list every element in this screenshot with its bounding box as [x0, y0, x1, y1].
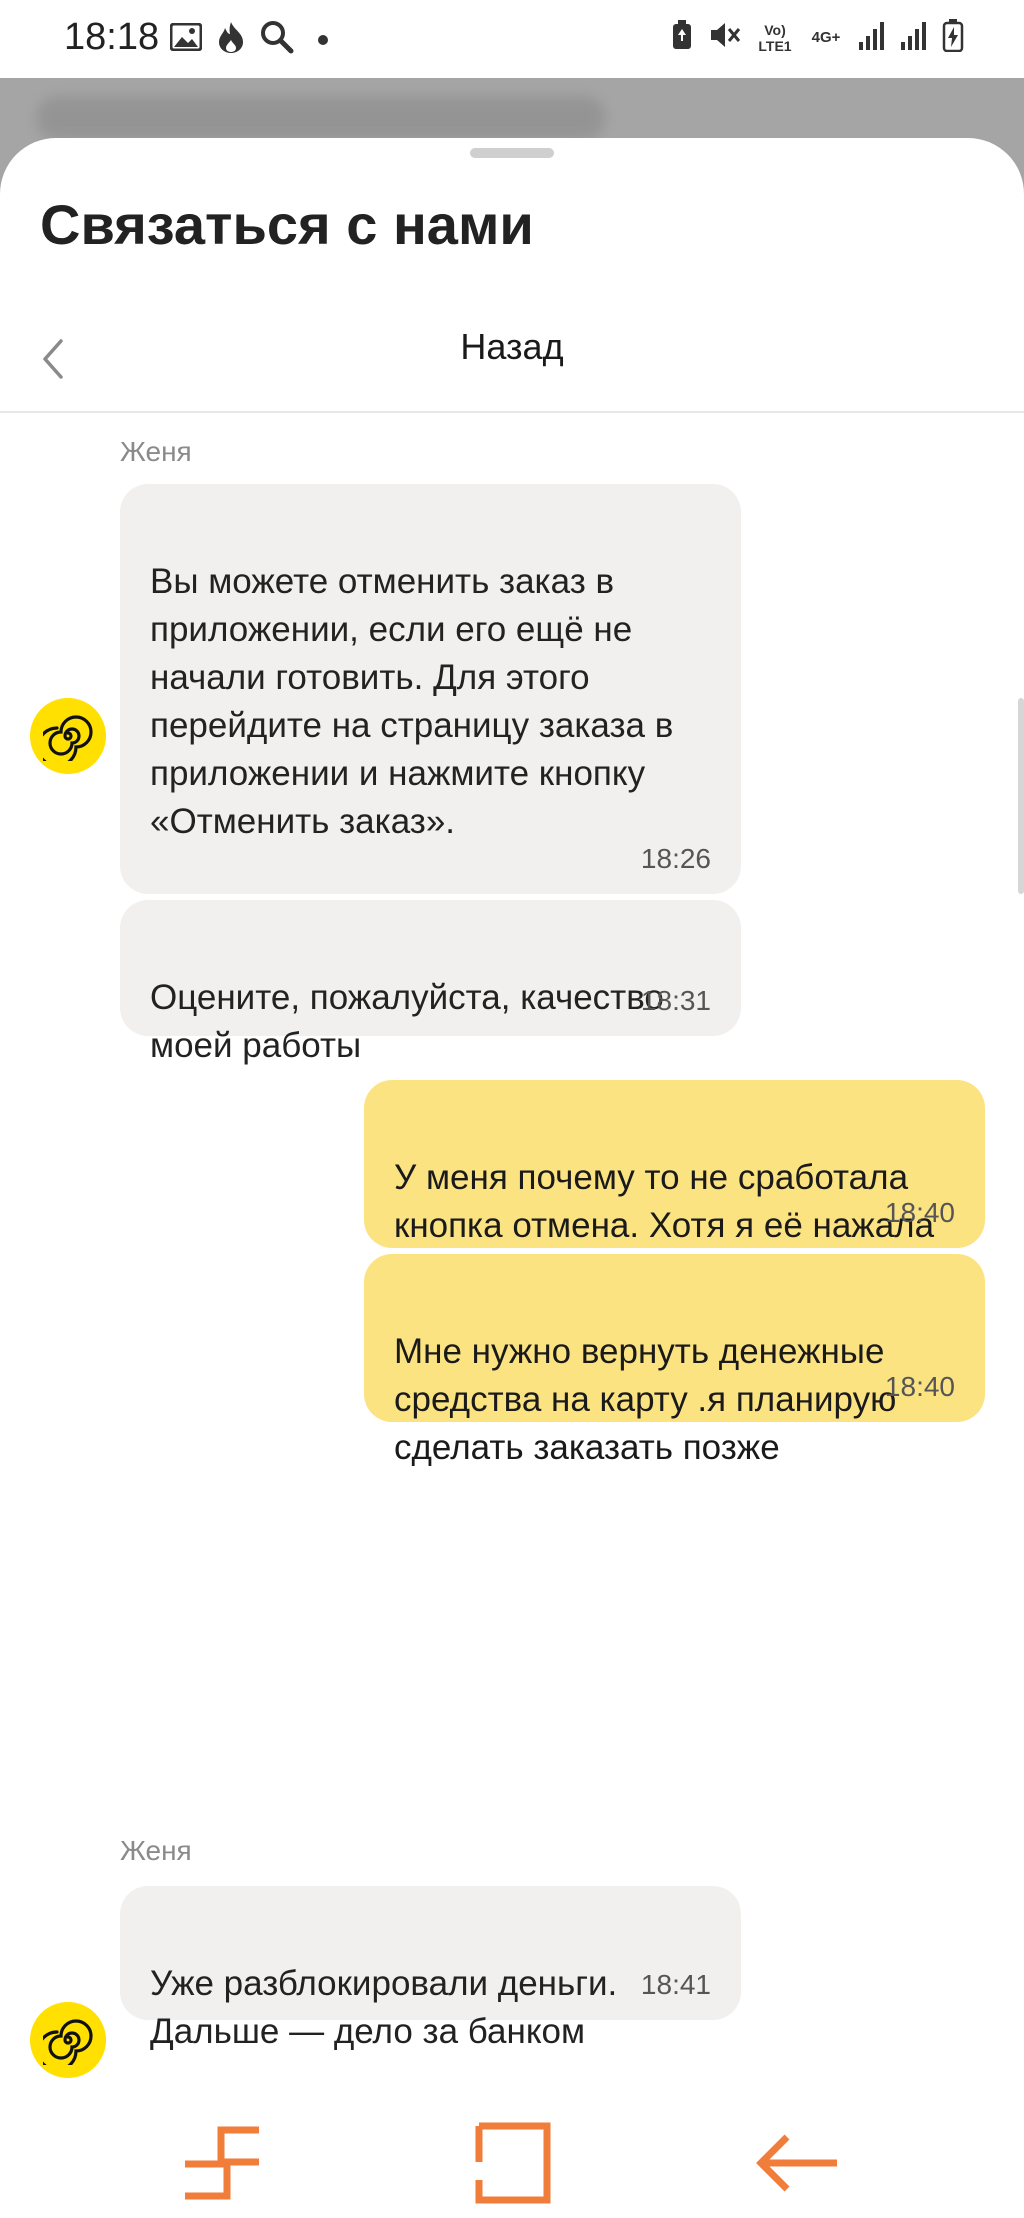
message-time: 18:40: [884, 1197, 955, 1228]
message-bubble-incoming[interactable]: Вы можете отменить заказ в приложении, е…: [120, 484, 741, 1033]
signal-icon: [858, 20, 886, 55]
battery-charging-icon: [942, 18, 964, 57]
message-time: 18:31: [640, 985, 711, 1016]
message-bubble-outgoing[interactable]: У меня почему то не сработала кнопка отм…: [364, 1080, 985, 1293]
support-avatar: [30, 698, 106, 774]
scrollbar[interactable]: [1018, 698, 1024, 894]
battery-saver-icon: [670, 19, 694, 56]
dot-icon: [318, 34, 328, 45]
home-button[interactable]: [462, 2118, 562, 2208]
volte-icon: Vo) LTE1: [758, 21, 792, 54]
message-sender: Женя: [120, 436, 192, 467]
support-avatar: [30, 2002, 106, 2078]
status-left-icons: [169, 20, 328, 59]
divider: [0, 411, 1024, 413]
status-bar: 18:18 Vo) LTE1 4G+: [0, 0, 1024, 78]
message-bubble-outgoing[interactable]: Мне нужно вернуть денежные средства на к…: [364, 1254, 985, 1467]
message-time: 18:41: [640, 1969, 711, 2000]
sheet-title: Связаться с нами: [40, 193, 534, 256]
signal-icon: [900, 20, 928, 55]
message-time: 18:40: [884, 1371, 955, 1402]
flame-icon: [216, 20, 246, 59]
status-time: 18:18: [64, 16, 160, 58]
home-icon: [475, 2122, 551, 2204]
system-nav-bar: [0, 2098, 1024, 2218]
back-nav-button[interactable]: [748, 2118, 848, 2208]
message-time: 18:26: [640, 843, 711, 874]
sheet-drag-handle[interactable]: [470, 148, 554, 158]
status-right-icons: Vo) LTE1 4G+: [670, 18, 964, 57]
recent-apps-button[interactable]: [172, 2118, 272, 2208]
blurred-background-content: [36, 96, 606, 140]
message-sender: Женя: [120, 1835, 192, 1866]
message-text: Мне нужно вернуть денежные средства на к…: [394, 1332, 897, 1467]
message-text: Оцените, пожалуйста, качество моей работ…: [150, 978, 664, 1065]
message-text: Уже разблокировали деньги. Дальше — дело…: [150, 1964, 618, 2051]
nav-title: Назад: [460, 326, 564, 367]
recent-apps-icon: [185, 2126, 259, 2200]
spiral-icon: [43, 715, 93, 761]
search-icon: [260, 20, 294, 59]
image-icon: [169, 22, 203, 56]
spiral-icon: [43, 2019, 93, 2065]
contact-sheet: Связаться с нами Назад Женя Вы можете от…: [0, 138, 1024, 2098]
mute-icon: [708, 19, 742, 56]
back-arrow-icon: [756, 2134, 837, 2192]
message-bubble-incoming[interactable]: Оцените, пожалуйста, качество моей работ…: [120, 900, 741, 1065]
message-bubble-incoming[interactable]: Уже разблокировали деньги. Дальше — дело…: [120, 1886, 741, 2051]
4g-icon: 4G+: [811, 28, 841, 46]
